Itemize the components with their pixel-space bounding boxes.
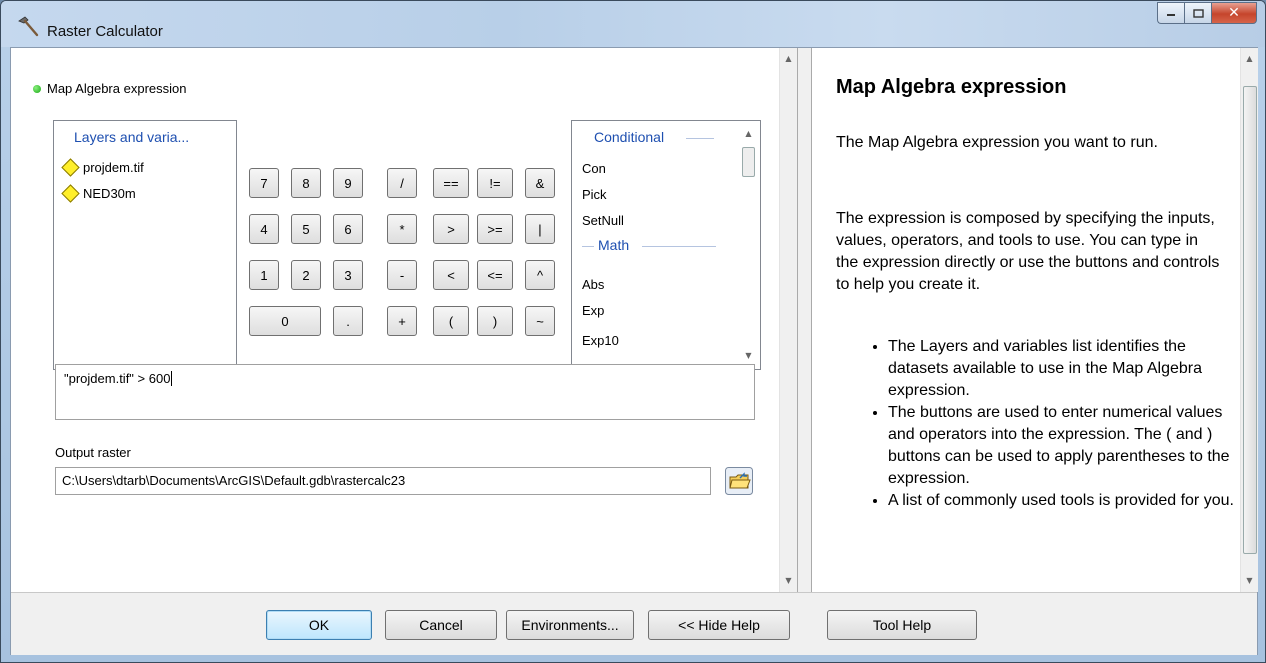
layers-list[interactable]: Layers and varia... projdem.tif NED30m [53, 120, 237, 370]
help-paragraph: The Map Algebra expression you want to r… [836, 134, 1158, 151]
key-0[interactable]: 0 [249, 306, 321, 336]
key-open-paren[interactable]: ( [433, 306, 469, 336]
minimize-icon[interactable] [1157, 2, 1184, 24]
key-7[interactable]: 7 [249, 168, 279, 198]
key-and[interactable]: & [525, 168, 555, 198]
parameter-label: Map Algebra expression [47, 81, 187, 96]
window-title: Raster Calculator [47, 23, 163, 40]
output-raster-label: Output raster [55, 445, 131, 460]
key-9[interactable]: 9 [333, 168, 363, 198]
help-bullet: The Layers and variables list identifies… [888, 336, 1244, 402]
key-or[interactable]: | [525, 214, 555, 244]
layer-item-projdem[interactable]: projdem.tif [60, 157, 144, 177]
tool-item-pick[interactable]: Pick [582, 187, 607, 202]
hide-help-button[interactable]: << Hide Help [648, 610, 790, 640]
key-equals[interactable]: == [433, 168, 469, 198]
status-dot-icon [33, 85, 41, 93]
scroll-up-arrow-icon[interactable]: ▲ [1241, 50, 1258, 67]
layers-heading: Layers and varia... [74, 129, 190, 145]
key-8[interactable]: 8 [291, 168, 321, 198]
key-decimal[interactable]: . [333, 306, 363, 336]
key-less-equal[interactable]: <= [477, 260, 513, 290]
key-minus[interactable]: - [387, 260, 417, 290]
tool-item-setnull[interactable]: SetNull [582, 213, 624, 228]
parameters-scrollbar[interactable]: ▲ ▼ [779, 48, 797, 592]
raster-layer-icon [61, 183, 80, 203]
help-bullet: A list of commonly used tools is provide… [888, 490, 1244, 512]
key-5[interactable]: 5 [291, 214, 321, 244]
parameters-pane: Map Algebra expression Layers and varia.… [11, 48, 798, 592]
environments-button[interactable]: Environments... [506, 610, 634, 640]
scroll-down-arrow-icon[interactable]: ▼ [740, 347, 757, 364]
key-3[interactable]: 3 [333, 260, 363, 290]
key-4[interactable]: 4 [249, 214, 279, 244]
key-close-paren[interactable]: ) [477, 306, 513, 336]
help-pane: Map Algebra expression The Map Algebra e… [811, 48, 1258, 592]
key-less[interactable]: < [433, 260, 469, 290]
key-divide[interactable]: / [387, 168, 417, 198]
key-1[interactable]: 1 [249, 260, 279, 290]
dialog-client-area: Map Algebra expression Layers and varia.… [10, 47, 1258, 655]
close-icon[interactable]: ✕ [1211, 2, 1257, 24]
layer-label: NED30m [83, 185, 136, 201]
help-title: Map Algebra expression [836, 76, 1067, 98]
tools-group-conditional: Conditional [594, 129, 665, 145]
tools-scrollbar[interactable]: ▲ ▼ [740, 121, 757, 367]
tool-help-button[interactable]: Tool Help [827, 610, 977, 640]
scroll-down-arrow-icon[interactable]: ▼ [780, 572, 797, 589]
browse-folder-icon[interactable] [725, 467, 753, 495]
key-xor[interactable]: ^ [525, 260, 555, 290]
tool-item-exp10[interactable]: Exp10 [582, 333, 619, 348]
group-divider [582, 246, 594, 247]
key-6[interactable]: 6 [333, 214, 363, 244]
expression-input[interactable]: "projdem.tif" > 600 [55, 364, 755, 420]
cancel-button[interactable]: Cancel [385, 610, 497, 640]
tool-item-abs[interactable]: Abs [582, 277, 604, 292]
key-not[interactable]: ~ [525, 306, 555, 336]
help-bullet: The buttons are used to enter numerical … [888, 402, 1244, 490]
maximize-icon[interactable] [1184, 2, 1211, 24]
expression-text: "projdem.tif" > 600 [64, 371, 171, 386]
raster-layer-icon [61, 157, 80, 177]
title-bar[interactable]: Raster Calculator ✕ [1, 1, 1265, 47]
raster-calculator-window: Raster Calculator ✕ Map Algebra expressi… [0, 0, 1266, 663]
help-paragraph: The expression is composed by specifying… [836, 210, 1220, 293]
key-multiply[interactable]: * [387, 214, 417, 244]
scroll-up-arrow-icon[interactable]: ▲ [780, 50, 797, 67]
tools-group-math: Math [598, 237, 630, 253]
key-not-equals[interactable]: != [477, 168, 513, 198]
tool-item-exp[interactable]: Exp [582, 303, 604, 318]
caption-buttons: ✕ [1157, 2, 1257, 24]
key-2[interactable]: 2 [291, 260, 321, 290]
key-plus[interactable]: + [387, 306, 417, 336]
group-divider [686, 138, 714, 139]
hammer-icon [18, 16, 39, 37]
key-greater-equal[interactable]: >= [477, 214, 513, 244]
help-bullet-list: The Layers and variables list identifies… [868, 336, 1244, 512]
layer-item-ned30m[interactable]: NED30m [60, 183, 136, 203]
group-divider [642, 246, 716, 247]
output-raster-input[interactable]: C:\Users\dtarb\Documents\ArcGIS\Default.… [55, 467, 711, 495]
scrollbar-thumb[interactable] [1243, 86, 1257, 554]
layer-label: projdem.tif [83, 159, 144, 175]
tool-item-con[interactable]: Con [582, 161, 606, 176]
scroll-down-arrow-icon[interactable]: ▼ [1241, 572, 1258, 589]
tools-list[interactable]: Conditional Con Pick SetNull Math Abs Ex… [571, 120, 761, 370]
scroll-up-arrow-icon[interactable]: ▲ [740, 125, 757, 142]
dialog-button-bar: OK Cancel Environments... << Hide Help T… [11, 592, 1257, 655]
help-scrollbar[interactable]: ▲ ▼ [1240, 48, 1258, 592]
ok-button[interactable]: OK [266, 610, 372, 640]
text-cursor [171, 371, 173, 386]
key-greater[interactable]: > [433, 214, 469, 244]
scrollbar-thumb[interactable] [742, 147, 755, 177]
